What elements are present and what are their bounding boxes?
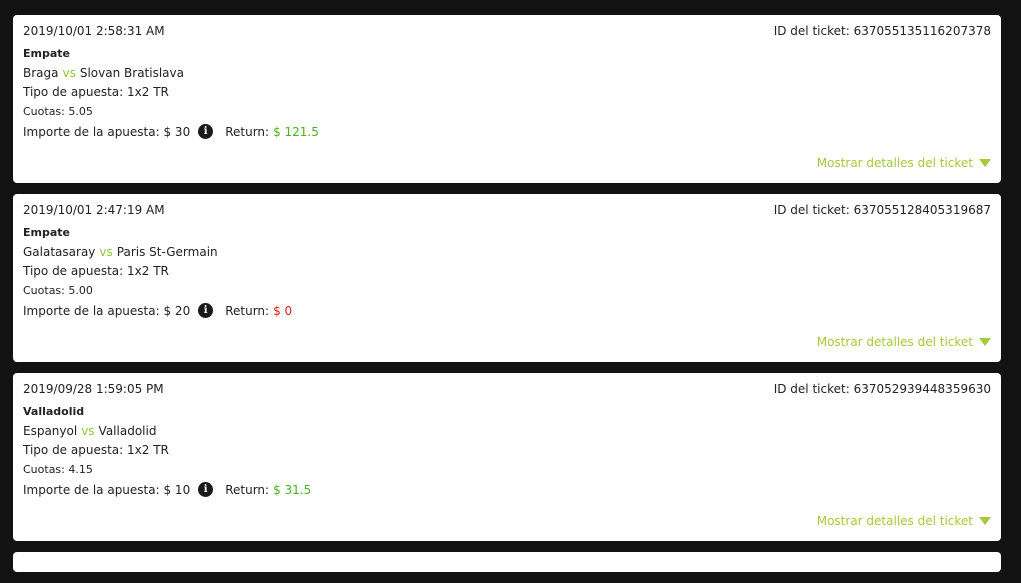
caret-down-icon xyxy=(979,517,991,525)
bet-type-value: 1x2 TR xyxy=(127,443,169,457)
home-team: Braga xyxy=(23,66,59,80)
ticket-card-partial xyxy=(13,552,1001,572)
odds: Cuotas: 5.00 xyxy=(23,284,93,297)
bet-type: Tipo de apuesta: 1x2 TR xyxy=(23,443,169,457)
amount-label: Importe de la apuesta: xyxy=(23,482,160,497)
return-label: Return: xyxy=(225,482,270,497)
return-label: Return: xyxy=(225,124,270,139)
amount-row: Importe de la apuesta: $ 30 i Return: $ … xyxy=(23,124,319,139)
ticket-id-label: ID del ticket: xyxy=(773,24,850,38)
match-teams: Braga vs Slovan Bratislava xyxy=(23,66,184,80)
ticket-id: ID del ticket: 637055135116207378 xyxy=(774,24,991,38)
amount-value: $ 20 xyxy=(163,303,191,318)
ticket-card: 2019/09/28 1:59:05 PM ID del ticket: 637… xyxy=(13,373,1001,541)
away-team: Slovan Bratislava xyxy=(79,66,184,80)
return-label: Return: xyxy=(225,303,270,318)
show-details-label: Mostrar detalles del ticket xyxy=(816,514,973,528)
ticket-id-value: 637055135116207378 xyxy=(853,24,991,38)
odds-value: 5.00 xyxy=(68,284,93,297)
ticket-list: 2019/10/01 2:58:31 AM ID del ticket: 637… xyxy=(13,15,1001,583)
ticket-id-label: ID del ticket: xyxy=(773,203,850,217)
bet-type-label: Tipo de apuesta: xyxy=(23,264,124,278)
ticket-id: ID del ticket: 637052939448359630 xyxy=(774,382,991,396)
odds: Cuotas: 4.15 xyxy=(23,463,93,476)
bet-type-value: 1x2 TR xyxy=(127,85,169,99)
odds-label: Cuotas: xyxy=(23,105,65,118)
odds-value: 4.15 xyxy=(68,463,93,476)
caret-down-icon xyxy=(979,338,991,346)
info-icon[interactable]: i xyxy=(198,303,214,318)
ticket-datetime: 2019/09/28 1:59:05 PM xyxy=(23,382,164,396)
odds-value: 5.05 xyxy=(68,105,93,118)
vs-label: vs xyxy=(81,424,95,438)
return-value: $ 121.5 xyxy=(273,124,319,139)
vs-label: vs xyxy=(99,245,113,259)
amount-row: Importe de la apuesta: $ 10 i Return: $ … xyxy=(23,482,311,497)
match-teams: Galatasaray vs Paris St-Germain xyxy=(23,245,218,259)
bet-type-label: Tipo de apuesta: xyxy=(23,85,124,99)
away-team: Valladolid xyxy=(98,424,157,438)
match-teams: Espanyol vs Valladolid xyxy=(23,424,156,438)
odds-label: Cuotas: xyxy=(23,463,65,476)
vs-label: vs xyxy=(62,66,76,80)
odds-label: Cuotas: xyxy=(23,284,65,297)
away-team: Paris St-Germain xyxy=(116,245,218,259)
selection: Empate xyxy=(23,47,70,60)
show-details-link[interactable]: Mostrar detalles del ticket xyxy=(817,514,991,528)
show-details-label: Mostrar detalles del ticket xyxy=(816,335,973,349)
ticket-card: 2019/10/01 2:58:31 AM ID del ticket: 637… xyxy=(13,15,1001,183)
ticket-datetime: 2019/10/01 2:47:19 AM xyxy=(23,203,165,217)
selection: Empate xyxy=(23,226,70,239)
home-team: Espanyol xyxy=(23,424,78,438)
ticket-id-label: ID del ticket: xyxy=(773,382,850,396)
info-icon[interactable]: i xyxy=(198,482,214,497)
bet-type: Tipo de apuesta: 1x2 TR xyxy=(23,264,169,278)
ticket-card: 2019/10/01 2:47:19 AM ID del ticket: 637… xyxy=(13,194,1001,362)
amount-row: Importe de la apuesta: $ 20 i Return: $ … xyxy=(23,303,292,318)
caret-down-icon xyxy=(979,159,991,167)
odds: Cuotas: 5.05 xyxy=(23,105,93,118)
amount-label: Importe de la apuesta: xyxy=(23,124,160,139)
info-icon[interactable]: i xyxy=(198,124,214,139)
bet-type: Tipo de apuesta: 1x2 TR xyxy=(23,85,169,99)
ticket-datetime: 2019/10/01 2:58:31 AM xyxy=(23,24,165,38)
selection: Valladolid xyxy=(23,405,85,418)
amount-value: $ 10 xyxy=(163,482,191,497)
ticket-id-value: 637052939448359630 xyxy=(853,382,991,396)
return-value: $ 0 xyxy=(273,303,293,318)
amount-value: $ 30 xyxy=(163,124,191,139)
ticket-id: ID del ticket: 637055128405319687 xyxy=(774,203,991,217)
home-team: Galatasaray xyxy=(23,245,96,259)
return-value: $ 31.5 xyxy=(273,482,312,497)
amount-label: Importe de la apuesta: xyxy=(23,303,160,318)
show-details-link[interactable]: Mostrar detalles del ticket xyxy=(817,156,991,170)
bet-type-value: 1x2 TR xyxy=(127,264,169,278)
show-details-label: Mostrar detalles del ticket xyxy=(816,156,973,170)
ticket-id-value: 637055128405319687 xyxy=(853,203,991,217)
bet-type-label: Tipo de apuesta: xyxy=(23,443,124,457)
show-details-link[interactable]: Mostrar detalles del ticket xyxy=(817,335,991,349)
